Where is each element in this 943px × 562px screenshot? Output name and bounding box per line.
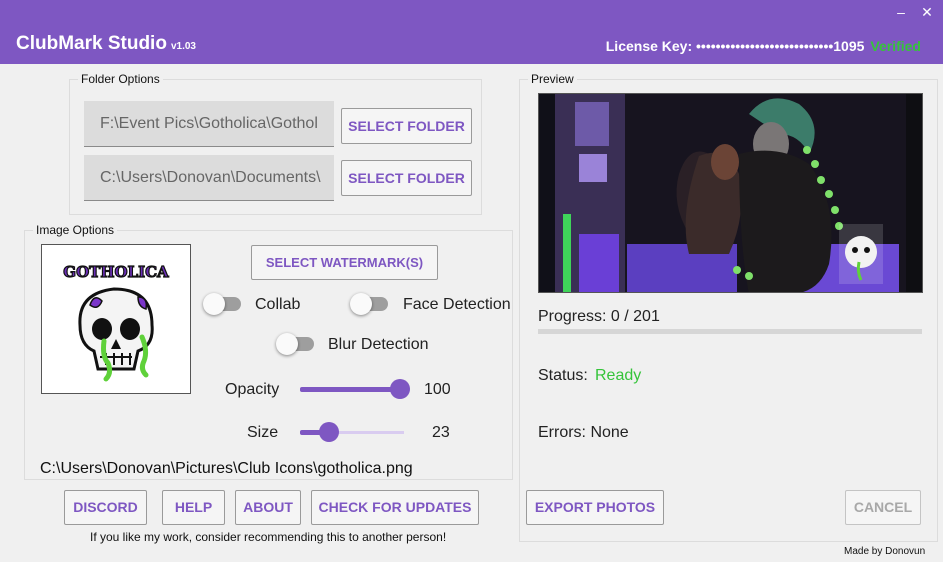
select-input-folder-button[interactable]: SELECT FOLDER <box>341 108 472 144</box>
skull-right-eye <box>120 318 140 340</box>
title-bar: ClubMark Studio v1.03 – ✕ License Key: ••… <box>0 0 943 64</box>
license-status: Verified <box>870 38 921 54</box>
select-output-folder-button[interactable]: SELECT FOLDER <box>341 160 472 196</box>
blur-detection-toggle[interactable] <box>276 332 316 356</box>
watermark-path: C:\Users\Donovan\Pictures\Club Icons\got… <box>40 460 413 477</box>
footer-note: If you like my work, consider recommendi… <box>90 530 447 544</box>
progress-bar <box>538 329 922 334</box>
license-info: License Key: •••••••••••••••••••••••••••… <box>606 38 921 54</box>
slider-thumb[interactable] <box>319 422 340 442</box>
skull-left-eye <box>92 318 112 340</box>
app-name: ClubMark Studio <box>16 33 167 54</box>
progress-label: Progress: 0 / 201 <box>538 308 660 325</box>
license-key: ••••••••••••••••••••••••••••1095 <box>696 38 865 54</box>
license-label: License Key: <box>605 38 693 54</box>
face-detection-toggle[interactable] <box>350 292 390 316</box>
watermark-logo-text: GOTHOLICA <box>63 263 169 281</box>
export-photos-button[interactable]: EXPORT PHOTOS <box>526 490 664 525</box>
watermark-logo: GOTHOLICA <box>63 262 170 382</box>
status-value: Ready <box>595 367 642 384</box>
opacity-value: 100 <box>424 381 451 398</box>
collab-label: Collab <box>255 296 301 313</box>
select-watermark-button[interactable]: SELECT WATERMARK(S) <box>251 245 438 280</box>
slider-fill <box>300 387 400 392</box>
blur-detection-label: Blur Detection <box>328 336 429 353</box>
green-drip-right <box>139 334 149 378</box>
size-value: 23 <box>432 424 450 441</box>
folder-options-label: Folder Options <box>78 72 163 86</box>
preview-photo <box>539 94 922 292</box>
size-slider[interactable] <box>300 422 404 442</box>
size-label: Size <box>247 424 279 441</box>
preview-watermark-skull <box>845 236 877 268</box>
made-by-credit: Made by Donovun <box>844 546 926 557</box>
input-folder-field[interactable]: F:\Event Pics\Gotholica\Gothol <box>84 101 334 147</box>
app-version: v1.03 <box>170 41 196 52</box>
face-detection-label: Face Detection <box>403 296 511 313</box>
slider-thumb[interactable] <box>390 379 410 399</box>
collab-toggle[interactable] <box>203 292 243 316</box>
status-label: Status: <box>538 367 588 384</box>
toggle-knob <box>276 333 298 355</box>
errors-label: Errors: None <box>538 424 629 441</box>
toggle-knob <box>350 293 372 315</box>
check-for-updates-button[interactable]: CHECK FOR UPDATES <box>311 490 479 525</box>
image-options-label: Image Options <box>33 223 118 237</box>
help-button[interactable]: HELP <box>162 490 225 525</box>
toggle-knob <box>203 293 225 315</box>
opacity-slider[interactable] <box>300 379 410 399</box>
minimize-button[interactable]: – <box>891 2 911 22</box>
about-button[interactable]: ABOUT <box>235 490 301 525</box>
app-title: ClubMark Studio v1.03 <box>16 33 196 55</box>
discord-button[interactable]: DISCORD <box>64 490 147 525</box>
cancel-button[interactable]: CANCEL <box>845 490 921 525</box>
output-folder-field[interactable]: C:\Users\Donovan\Documents\ <box>84 155 334 201</box>
preview-label: Preview <box>528 72 577 86</box>
watermark-preview: GOTHOLICA <box>41 244 191 394</box>
opacity-label: Opacity <box>225 381 280 398</box>
close-button[interactable]: ✕ <box>917 2 937 22</box>
preview-image <box>538 93 923 293</box>
